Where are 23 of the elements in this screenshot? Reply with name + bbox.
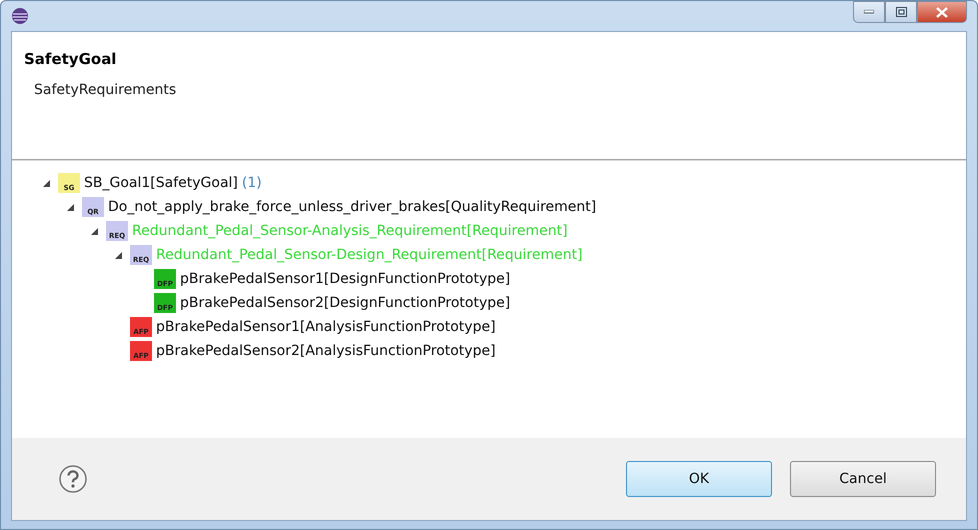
expand-arrow-icon[interactable]: [114, 250, 122, 260]
tree-item[interactable]: pBrakePedalSensor1[AnalysisFunctionPrototype]: [156, 319, 496, 335]
tree-item[interactable]: pBrakePedalSensor2[AnalysisFunctionPrototype]: [156, 343, 496, 359]
close-icon: [936, 6, 948, 18]
expand-arrow-icon[interactable]: [66, 202, 74, 212]
maximize-icon: [896, 7, 906, 17]
tree-item[interactable]: SB_Goal1[SafetyGoal]: [84, 175, 238, 191]
minimize-button[interactable]: [853, 1, 885, 23]
dialog-button[interactable]: OK: [626, 461, 772, 497]
minimize-icon: [864, 10, 874, 14]
item-count: (1): [242, 175, 262, 191]
app-icon: [11, 7, 29, 25]
dialog-message: SafetyRequirements: [34, 82, 178, 98]
expand-arrow-icon[interactable]: [90, 226, 98, 236]
tree-item[interactable]: Do_not_apply_brake_force_unless_driver_brakes[QualityRequirement]: [108, 199, 596, 215]
expand-arrow-icon[interactable]: [42, 178, 50, 188]
help-icon[interactable]: [58, 464, 88, 494]
dialog-title: SafetyGoal: [24, 50, 118, 68]
tree-item[interactable]: pBrakePedalSensor1[DesignFunctionPrototype]: [180, 271, 510, 287]
close-button[interactable]: [917, 1, 967, 23]
maximize-button[interactable]: [885, 1, 917, 23]
tree-item[interactable]: pBrakePedalSensor2[DesignFunctionPrototype]: [180, 295, 510, 311]
dialog-button[interactable]: Cancel: [790, 461, 936, 497]
